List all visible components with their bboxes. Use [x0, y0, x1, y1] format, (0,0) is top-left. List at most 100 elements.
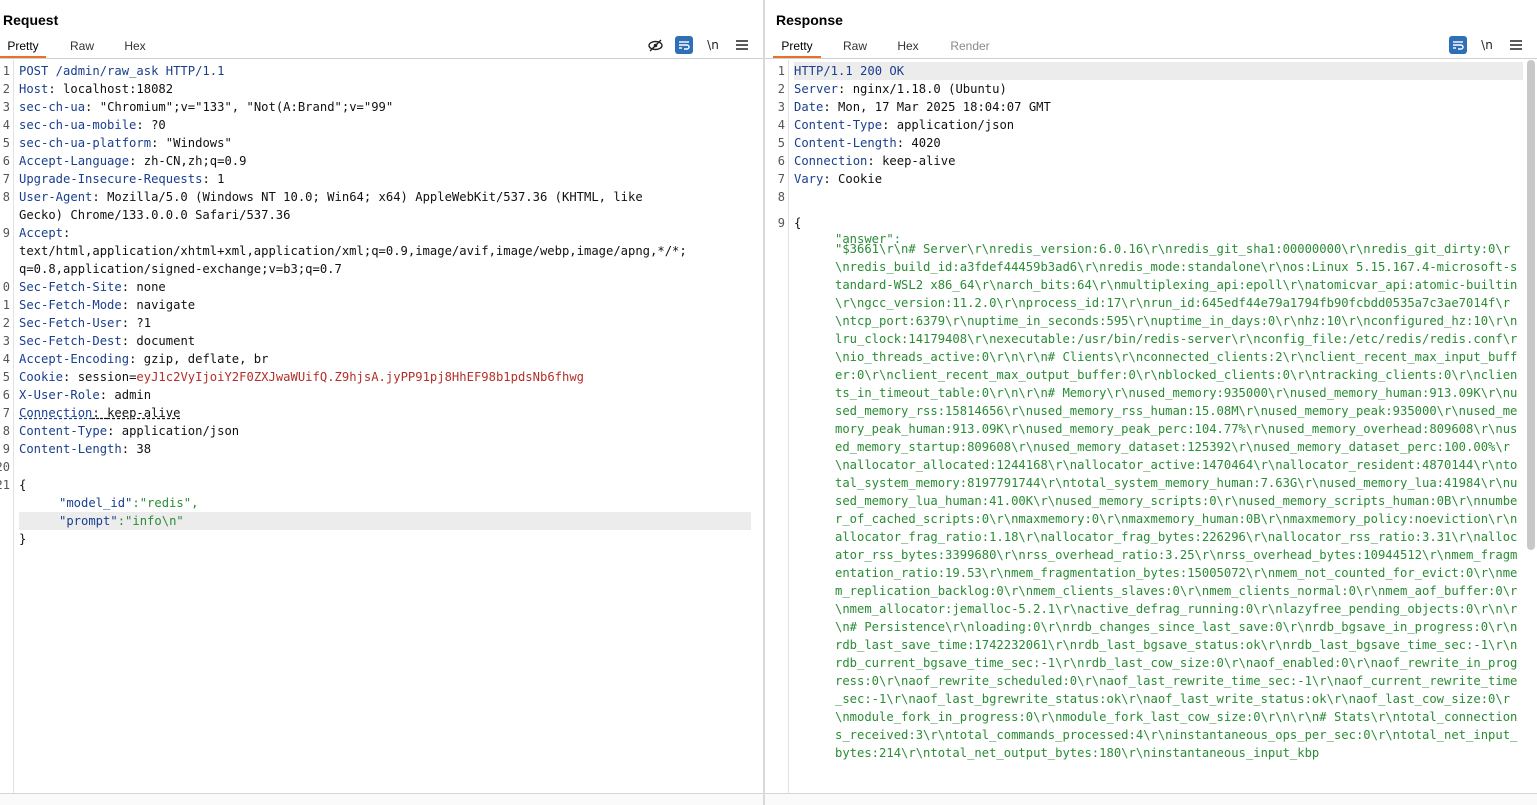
- line-separator: :: [896, 136, 912, 150]
- response-title: Response: [776, 12, 843, 28]
- line-number: 5: [777, 136, 785, 150]
- line-value: :"info\n": [117, 514, 184, 528]
- response-horizontal-scrollbar[interactable]: [765, 793, 1537, 805]
- line-value: :"redis",: [132, 496, 199, 510]
- line-value: keep-alive: [882, 154, 956, 168]
- newline-icon[interactable]: \n: [704, 36, 722, 54]
- request-tab-rule: [0, 58, 763, 59]
- line-separator: :: [121, 442, 137, 456]
- request-line: Content-Length: 38: [19, 440, 751, 458]
- response-editor[interactable]: 123456789 "answer": "$3661\r\n# Server\r…: [765, 60, 1537, 793]
- line-separator: :: [63, 370, 78, 384]
- request-line: q=0.8,application/signed-exchange;v=b3;q…: [19, 260, 751, 278]
- line-separator: :: [136, 118, 152, 132]
- line-number: 3: [2, 334, 10, 348]
- request-line: Content-Type: application/json: [19, 422, 751, 440]
- newline-icon[interactable]: \n: [1478, 36, 1496, 54]
- line-value: navigate: [136, 298, 196, 312]
- line-value: gzip, deflate, br: [143, 352, 269, 366]
- line-number: 2: [2, 82, 10, 96]
- line-value: ?1: [136, 316, 152, 330]
- response-tabs: Pretty Raw Hex Render: [773, 36, 1013, 58]
- line-value: session=: [77, 370, 137, 384]
- request-tab-raw[interactable]: Raw: [46, 36, 118, 58]
- line-value: q=0.8,application/signed-exchange;v=b3;q…: [19, 262, 342, 276]
- response-line: Server: nginx/1.18.0 (Ubuntu): [794, 80, 1523, 98]
- request-line: Sec-Fetch-User: ?1: [19, 314, 751, 332]
- line-number: 2: [2, 316, 10, 330]
- line-value: localhost:18082: [63, 82, 174, 96]
- line-separator: :: [151, 136, 166, 150]
- response-tab-raw[interactable]: Raw: [821, 36, 889, 58]
- line-separator: :: [48, 82, 64, 96]
- request-horizontal-scrollbar[interactable]: [0, 793, 763, 805]
- request-editor[interactable]: 1 2 3 4 5 6 7 8 9 0 1 2 3 4 5 6 7 8 9 20 21 POST /admin/raw_…: [0, 60, 763, 793]
- line-value: admin: [114, 388, 152, 402]
- line-separator: :: [838, 82, 853, 96]
- request-tabs: Pretty Raw Hex: [0, 36, 152, 58]
- line-separator: :: [129, 154, 144, 168]
- request-line: Cookie: session=eyJ1c2VyIjoiY2F0ZXJwaWUi…: [19, 368, 751, 386]
- request-line: Gecko) Chrome/133.0.0.0 Safari/537.36: [19, 206, 751, 224]
- line-value: Mon, 17 Mar 2025 18:04:07 GMT: [838, 100, 1051, 114]
- menu-icon[interactable]: [733, 36, 751, 54]
- line-key: Date: [794, 100, 824, 114]
- line-value: 4020: [911, 136, 941, 150]
- line-number: 9: [2, 442, 10, 456]
- line-number: 21: [0, 478, 10, 492]
- line-value: 1: [217, 172, 225, 186]
- request-line: "prompt":"info\n": [19, 512, 751, 530]
- cookie-value: eyJ1c2VyIjoiY2F0ZXJwaWUifQ.Z9hjsA.jyPP91…: [136, 370, 585, 384]
- eye-off-icon[interactable]: [646, 36, 664, 54]
- response-pane: Response Pretty Raw Hex Render \n 1 2 3 4 5 6…: [765, 0, 1537, 805]
- line-value: {: [19, 478, 27, 492]
- response-tab-hex[interactable]: Hex: [889, 36, 927, 58]
- line-number: 8: [2, 190, 10, 204]
- line-number: 5: [2, 370, 10, 384]
- line-value: "Windows": [165, 136, 232, 150]
- line-key: "prompt": [59, 514, 118, 528]
- line-key: "model_id": [59, 496, 133, 510]
- request-line: User-Agent: Mozilla/5.0 (Windows NT 10.0…: [19, 188, 751, 206]
- line-value: keep-alive: [107, 406, 181, 420]
- response-line: Date: Mon, 17 Mar 2025 18:04:07 GMT: [794, 98, 1523, 116]
- line-key: sec-ch-ua-mobile: [19, 118, 137, 132]
- line-number: 4: [2, 118, 10, 132]
- line-value: 38: [136, 442, 152, 456]
- response-tab-pretty[interactable]: Pretty: [773, 36, 821, 58]
- line-number: 3: [777, 100, 785, 114]
- answer-value: "$3661\r\n# Server\r\nredis_version:6.0.…: [835, 242, 1518, 760]
- line-key: Sec-Fetch-User: [19, 316, 122, 330]
- line-number: 4: [2, 352, 10, 366]
- line-number: 1: [2, 298, 10, 312]
- request-line: {: [19, 476, 751, 494]
- response-line: HTTP/1.1 200 OK: [794, 62, 1523, 80]
- response-line-gutter: 1 2 3 4 5 6 7 8 9: [765, 60, 789, 793]
- request-line: }: [19, 530, 751, 548]
- line-separator: :: [121, 334, 137, 348]
- response-tab-render[interactable]: Render: [927, 36, 1013, 58]
- line-separator: :: [121, 280, 137, 294]
- request-tab-pretty[interactable]: Pretty: [0, 36, 46, 58]
- line-separator: :: [823, 100, 839, 114]
- line-number: 7: [2, 172, 10, 186]
- request-line: "model_id":"redis",: [19, 494, 751, 512]
- menu-icon[interactable]: [1507, 36, 1525, 54]
- line-value: Cookie: [838, 172, 883, 186]
- wrap-icon[interactable]: [1449, 36, 1467, 54]
- line-value: Gecko) Chrome/133.0.0.0 Safari/537.36: [19, 208, 291, 222]
- response-vertical-scrollbar[interactable]: [1527, 60, 1535, 550]
- line-separator: :: [129, 352, 144, 366]
- line-value: nginx/1.18.0 (Ubuntu): [852, 82, 1007, 96]
- line-key: POST /admin/raw_ask HTTP/1.1: [19, 64, 225, 78]
- line-separator: :: [882, 118, 897, 132]
- request-line: Host: localhost:18082: [19, 80, 751, 98]
- line-number: 6: [2, 154, 10, 168]
- request-pane: Request Pretty Raw Hex \n 1 2 3 4 5 6 7 8 9 0 1 2 3 4…: [0, 0, 763, 805]
- line-key: Server: [794, 82, 839, 96]
- response-line: {: [794, 214, 1523, 232]
- wrap-icon[interactable]: [675, 36, 693, 54]
- line-key: User-Agent: [19, 190, 93, 204]
- request-tab-hex[interactable]: Hex: [118, 36, 152, 58]
- request-line: X-User-Role: admin: [19, 386, 751, 404]
